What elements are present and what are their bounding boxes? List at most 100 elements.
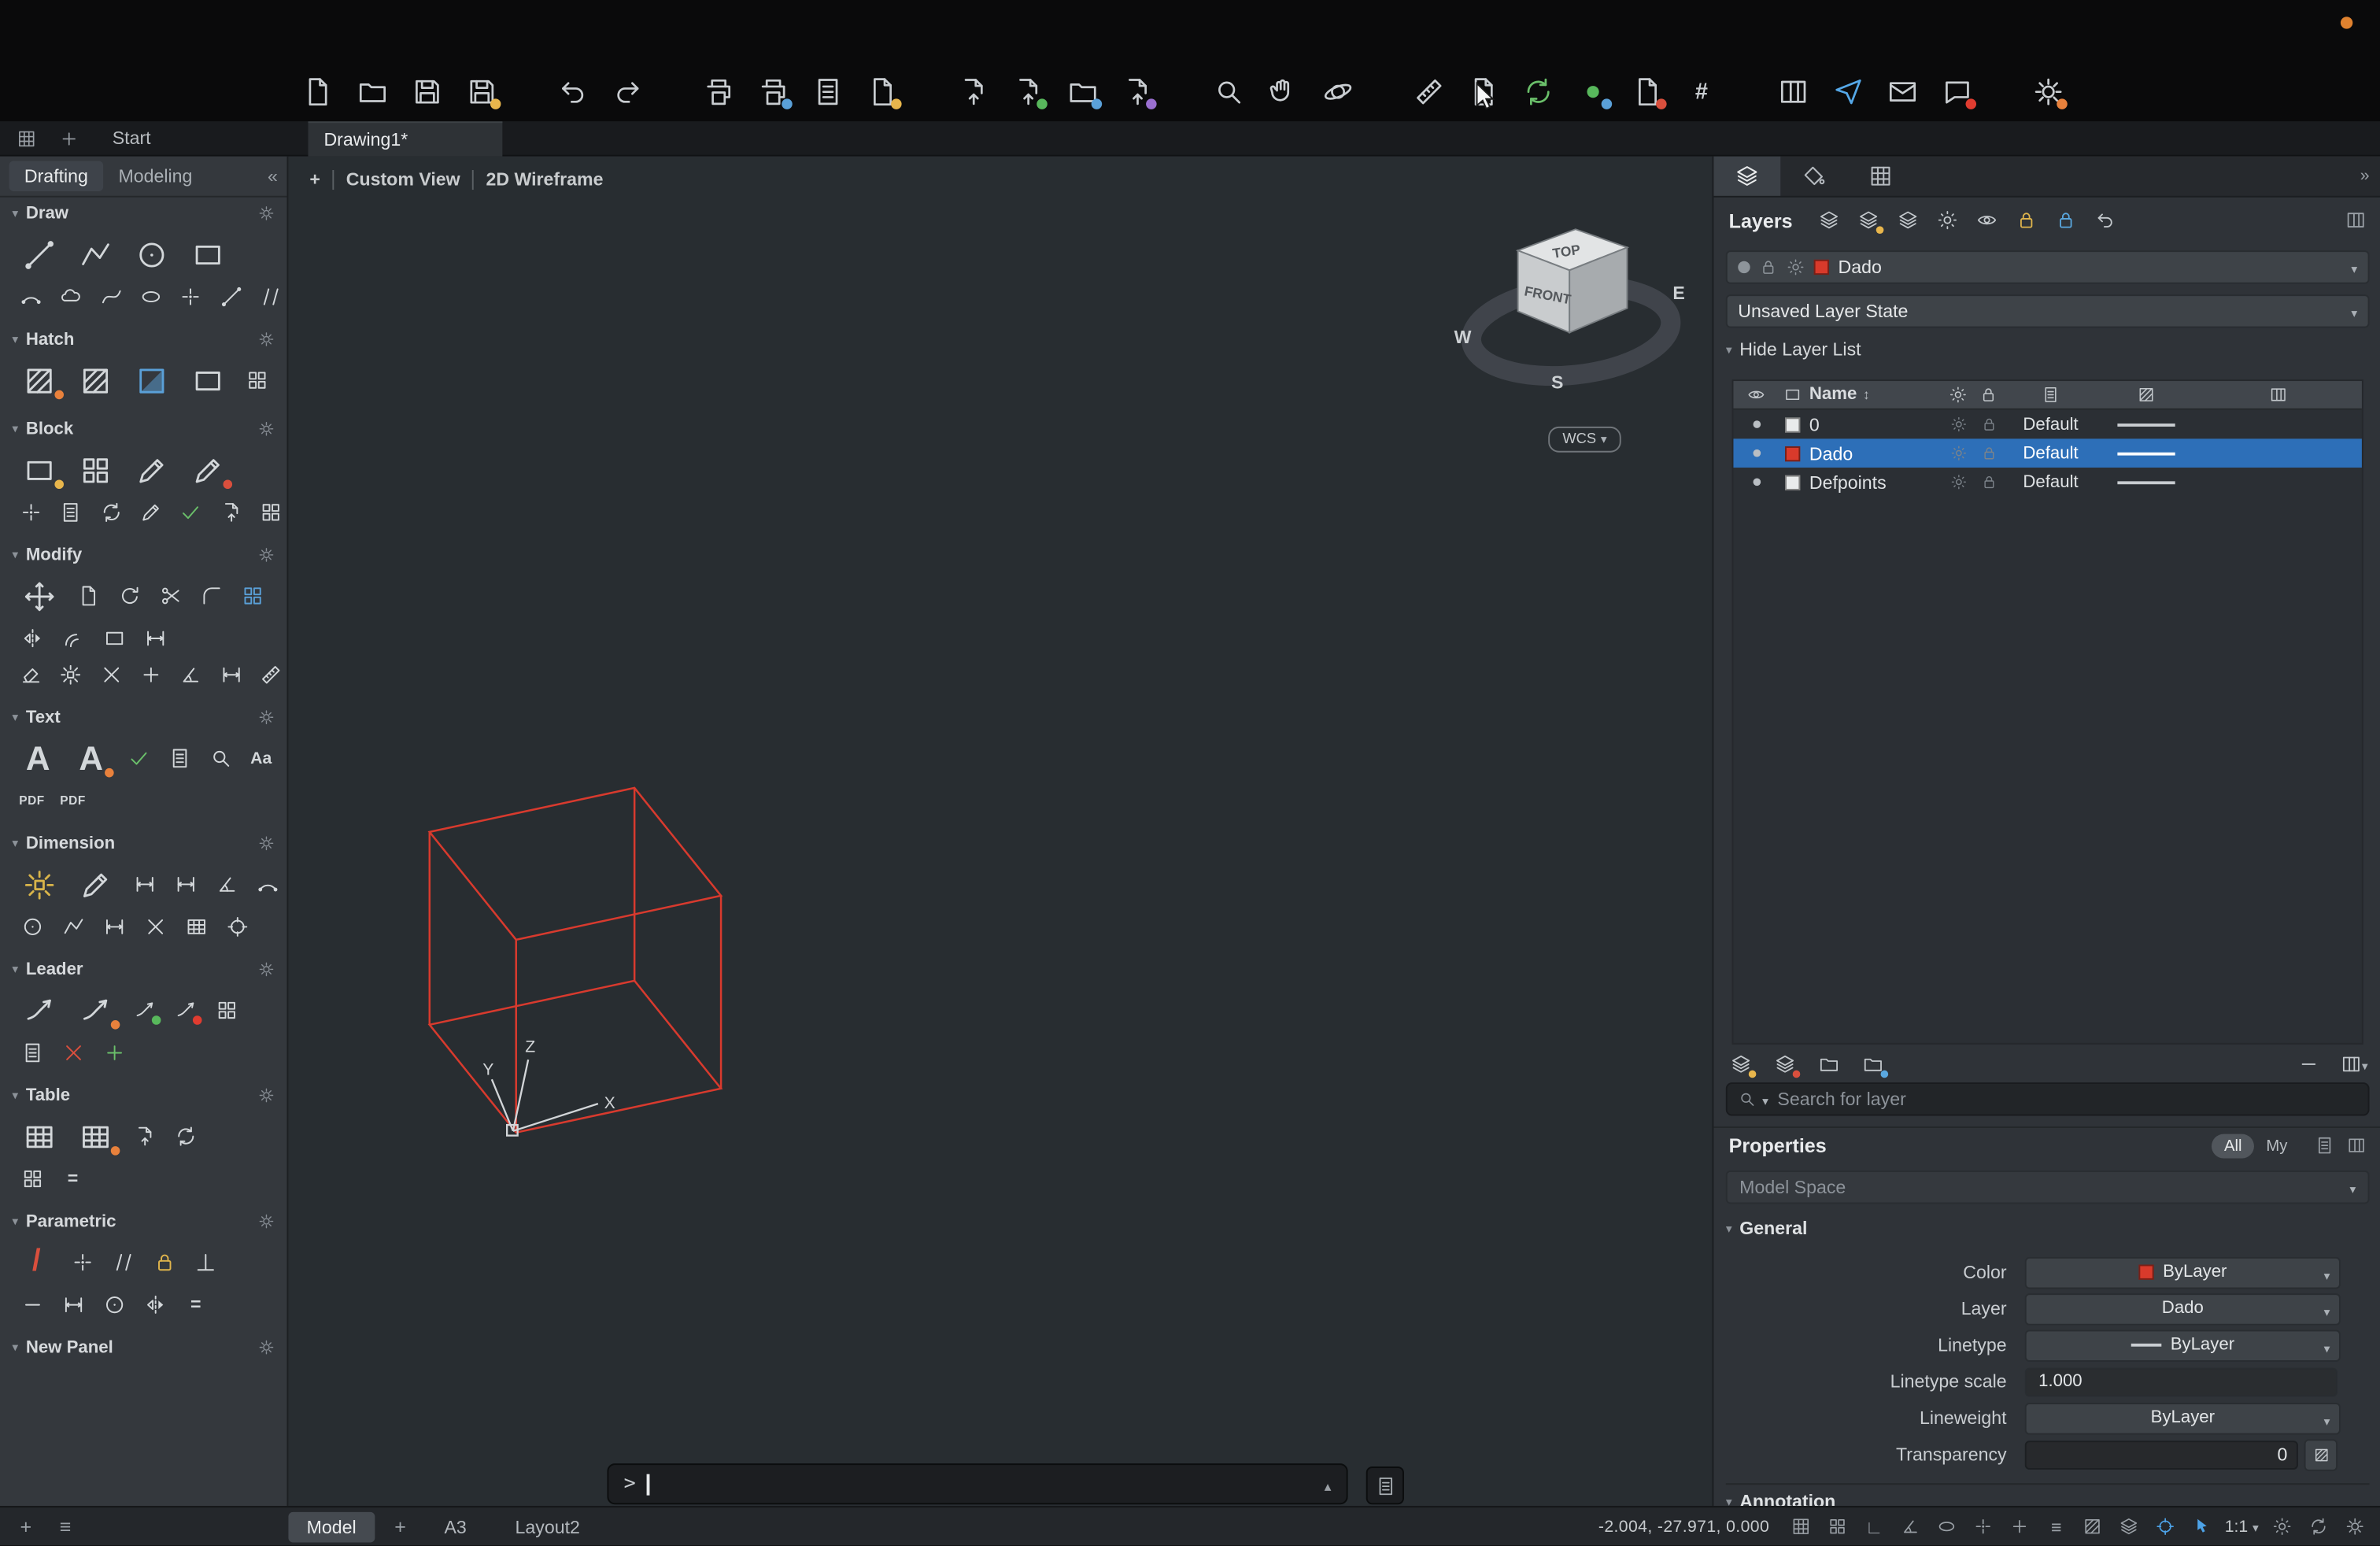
plot-preview-icon[interactable]	[750, 70, 796, 113]
layer-visibility-dot[interactable]	[1752, 449, 1761, 457]
panel-gear-icon[interactable]	[258, 546, 275, 563]
panel-gear-icon[interactable]	[258, 709, 275, 726]
scale-tool[interactable]	[97, 623, 130, 653]
layer-freeze-icon[interactable]	[1949, 416, 1966, 432]
find-text-tool[interactable]	[203, 743, 236, 774]
panel-gear-icon[interactable]	[258, 961, 275, 978]
transparency-input[interactable]: 0	[2024, 1440, 2298, 1469]
create-block-tool[interactable]	[72, 449, 120, 490]
layer-freeze-icon[interactable]	[1949, 445, 1966, 461]
symmetric-tool[interactable]	[139, 1289, 172, 1319]
tab-overview-grid-icon[interactable]	[9, 126, 42, 150]
align-leaders-tool[interactable]	[15, 1037, 48, 1067]
dim-linear-tool[interactable]	[128, 869, 161, 900]
boundary-tool[interactable]	[183, 360, 232, 401]
viewport-plus-control[interactable]: +	[309, 168, 320, 190]
point-tool[interactable]	[175, 281, 207, 312]
viewcube-west-label[interactable]: W	[1454, 327, 1472, 347]
layer-color-swatch[interactable]	[1785, 474, 1801, 490]
dim-ordinate-tool[interactable]	[56, 911, 89, 941]
layer-lock-icon[interactable]	[1980, 474, 1997, 490]
panel-gear-icon[interactable]	[258, 1339, 275, 1356]
share-icon[interactable]	[1824, 70, 1870, 113]
pdf-import-icon[interactable]	[1624, 70, 1670, 113]
export-icon[interactable]	[950, 70, 996, 113]
polar-tracking-icon[interactable]	[1897, 1513, 1924, 1540]
text-style-tool[interactable]: Aa	[245, 743, 278, 774]
edit-text-tool[interactable]: A	[68, 738, 114, 779]
edit-attribute-tool[interactable]	[135, 497, 167, 527]
tab-layout2[interactable]: Layout2	[497, 1511, 598, 1542]
layer-row[interactable]: 0 Default	[1733, 410, 2361, 439]
viewcube-east-label[interactable]: E	[1672, 283, 1684, 303]
settings-gear-icon[interactable]	[2341, 1513, 2368, 1540]
parallel-tool[interactable]	[106, 1247, 139, 1278]
selection-cycling-icon[interactable]	[2116, 1513, 2143, 1540]
attribute-manager-tool[interactable]	[55, 497, 87, 527]
add-leader-tool[interactable]	[128, 995, 161, 1026]
layer-visibility-dot[interactable]	[1752, 420, 1761, 428]
viewport-view-control[interactable]: Custom View	[346, 168, 460, 190]
isodraft-icon[interactable]	[1933, 1513, 1961, 1540]
palette-collapse-icon[interactable]: «	[268, 165, 278, 187]
isolate-layer-icon[interactable]	[1893, 206, 1924, 234]
palette-section-header[interactable]: Block	[0, 413, 287, 446]
visibility-column-eye-icon[interactable]	[1736, 386, 1776, 404]
orbit-icon[interactable]	[1314, 70, 1360, 113]
vertical-tool[interactable]	[56, 1289, 89, 1319]
command-collapse-icon[interactable]	[1325, 1474, 1332, 1495]
panel-overflow-icon[interactable]: »	[2360, 167, 2370, 185]
layer-color-swatch[interactable]	[1785, 446, 1801, 461]
layer-states-icon[interactable]	[1814, 206, 1845, 234]
explode-tool[interactable]	[55, 659, 87, 690]
layer-color-swatch[interactable]	[1785, 416, 1801, 432]
arc-tool[interactable]	[15, 281, 47, 312]
write-block-tool[interactable]	[215, 497, 247, 527]
email-icon[interactable]	[1879, 70, 1925, 113]
new-layout-plus-icon[interactable]	[386, 1515, 414, 1538]
feedback-icon[interactable]	[1934, 70, 1979, 113]
tab-start[interactable]: Start	[113, 128, 151, 149]
new-tab-plus-icon[interactable]	[52, 126, 85, 150]
hide-layer-list-toggle[interactable]: Hide Layer List	[1726, 338, 1861, 360]
dim-aligned-tool[interactable]	[168, 869, 201, 900]
command-history-button[interactable]	[1366, 1466, 1404, 1505]
attach-reference-icon[interactable]	[1114, 70, 1160, 113]
lineweight-column-icon[interactable]	[2004, 386, 2098, 404]
circle-tool[interactable]	[128, 234, 176, 275]
layer-lock-icon[interactable]	[1980, 416, 1997, 432]
layer-dropdown[interactable]: Dado	[2024, 1293, 2341, 1325]
properties-all-button[interactable]: All	[2212, 1133, 2254, 1158]
edit-leader-tool[interactable]	[72, 989, 120, 1030]
layer-search-input[interactable]	[1774, 1086, 2358, 1111]
viewcube-south-label[interactable]: S	[1551, 372, 1563, 393]
tab-properties-panel[interactable]	[1780, 157, 1847, 196]
coincident-tool[interactable]	[65, 1247, 98, 1278]
panel-dock-icon[interactable]	[2345, 209, 2367, 231]
current-layer-selector[interactable]: Dado	[1725, 250, 2370, 284]
page-setup-icon[interactable]	[804, 70, 850, 113]
tab-sheets-panel[interactable]	[1847, 157, 1914, 196]
object-snap-icon[interactable]	[1970, 1513, 1998, 1540]
xline-tool[interactable]	[215, 281, 247, 312]
spell-check-tool[interactable]	[121, 743, 154, 774]
delete-layer-icon[interactable]	[1770, 1051, 1801, 1078]
perpendicular-tool[interactable]	[188, 1247, 221, 1278]
color-dropdown[interactable]: ByLayer	[2024, 1256, 2341, 1289]
lineweight-display-icon[interactable]: ≡	[2042, 1513, 2070, 1540]
mtext-tool[interactable]: A	[15, 738, 61, 779]
erase-tool[interactable]	[15, 659, 47, 690]
linetype-column-icon[interactable]	[2097, 386, 2194, 404]
layer-lock-icon[interactable]	[1980, 445, 1997, 461]
add-layer-icon[interactable]	[1726, 1051, 1757, 1078]
layer-linetype-sample[interactable]	[2117, 480, 2175, 484]
hash-icon[interactable]: #	[1679, 70, 1724, 113]
add-tab-plus-icon[interactable]	[12, 1515, 39, 1538]
dimension-tool[interactable]	[15, 864, 64, 904]
panel-gear-icon[interactable]	[258, 1087, 275, 1104]
define-attribute-tool[interactable]	[15, 497, 47, 527]
palette-section-header[interactable]: Dimension	[0, 827, 287, 860]
properties-dock-icon[interactable]	[2347, 1136, 2367, 1156]
layer-search[interactable]	[1725, 1082, 2370, 1116]
ucs-icon[interactable]: X Y Z	[471, 1030, 638, 1144]
